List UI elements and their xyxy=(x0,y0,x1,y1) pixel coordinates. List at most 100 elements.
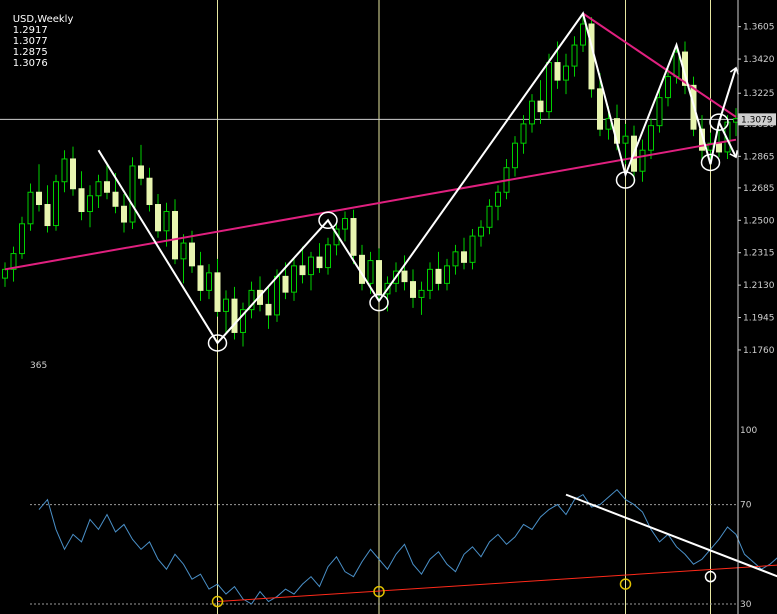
price-tick-label: 1.2685 xyxy=(743,184,775,194)
candle-body xyxy=(282,275,289,293)
candle-body xyxy=(571,44,578,67)
candle xyxy=(401,255,408,291)
candle xyxy=(78,171,85,221)
candle-body xyxy=(129,165,136,223)
candle xyxy=(155,194,161,238)
candle-body xyxy=(146,177,153,206)
high-value: 1.3077 xyxy=(12,36,48,47)
candle xyxy=(495,185,501,221)
indicator-tick-label: 30 xyxy=(740,600,752,610)
candle-body xyxy=(112,191,119,207)
candle-body xyxy=(444,265,450,284)
candle-body xyxy=(308,256,314,276)
candle-body xyxy=(597,88,603,130)
candle xyxy=(571,36,578,77)
candle xyxy=(248,281,255,319)
candle-body xyxy=(180,242,187,260)
current-price-label: 1.3079 xyxy=(741,115,773,125)
candle-body xyxy=(163,211,170,232)
candle xyxy=(563,53,569,95)
candle-body xyxy=(461,251,467,263)
candle xyxy=(469,229,476,270)
candle-body xyxy=(435,268,442,284)
candle-body xyxy=(325,244,331,269)
candle-body xyxy=(299,265,306,276)
candle xyxy=(452,244,459,275)
candle xyxy=(639,139,646,182)
price-chart[interactable]: 365 1.36051.34201.32251.30501.28651.2685… xyxy=(0,0,777,614)
candle-body xyxy=(427,268,433,291)
price-tick-label: 1.2315 xyxy=(743,249,775,259)
candle-body xyxy=(665,76,671,99)
candle xyxy=(214,258,221,317)
candle-body xyxy=(588,23,595,90)
candle xyxy=(95,174,102,209)
candle-body xyxy=(554,62,561,81)
candle-body xyxy=(673,51,680,78)
candle-body xyxy=(44,204,51,227)
low-value: 1.2875 xyxy=(12,47,48,58)
candle-body xyxy=(197,265,204,291)
candle xyxy=(418,281,425,315)
candle-body xyxy=(291,265,297,293)
candle-body xyxy=(155,204,161,232)
candle xyxy=(53,174,59,231)
price-tick-label: 1.3420 xyxy=(743,55,775,65)
candle xyxy=(512,136,518,177)
candle-body xyxy=(418,289,425,298)
candle-body xyxy=(27,191,34,225)
candle-body xyxy=(401,270,408,283)
candle-body xyxy=(316,256,323,269)
candle-body xyxy=(87,195,93,213)
candle xyxy=(129,157,136,230)
candle xyxy=(359,244,365,291)
candle xyxy=(138,144,144,186)
candle xyxy=(478,220,484,247)
candle-body xyxy=(189,242,195,267)
candle-body xyxy=(172,211,178,260)
candle-body xyxy=(520,123,527,144)
candle-body xyxy=(350,218,357,256)
price-tick-label: 1.2865 xyxy=(743,152,775,162)
candle-body xyxy=(486,205,493,228)
candle-body xyxy=(214,272,221,312)
candle-body xyxy=(648,125,654,151)
candle-body xyxy=(469,235,476,263)
candle xyxy=(44,185,51,233)
candle xyxy=(19,216,25,259)
candle-body xyxy=(95,181,102,197)
candle xyxy=(461,237,467,270)
candle xyxy=(333,222,340,256)
candle xyxy=(10,246,17,282)
candle-body xyxy=(342,218,348,230)
symbol-timeframe: USD,Weekly xyxy=(12,14,74,25)
candle-body xyxy=(563,65,569,81)
candle-body xyxy=(716,142,722,153)
close-value: 1.3076 xyxy=(12,58,48,69)
price-tick-label: 1.2500 xyxy=(743,216,775,226)
candle xyxy=(648,118,654,159)
candle-body xyxy=(78,188,85,213)
candle xyxy=(588,17,595,98)
open-value: 1.2917 xyxy=(12,25,48,36)
candle xyxy=(435,251,442,291)
candle-body xyxy=(70,158,76,190)
candle xyxy=(444,258,450,291)
indicator-tick-label: 100 xyxy=(740,426,757,436)
candle xyxy=(70,146,76,196)
candle xyxy=(2,262,8,287)
candle-body xyxy=(138,165,144,179)
candle xyxy=(537,80,544,124)
price-tick-label: 1.1760 xyxy=(743,346,775,356)
chart-header: USD,Weekly 1.2917 1.3077 1.2875 1.3076 xyxy=(0,3,77,80)
price-tick-label: 1.3225 xyxy=(743,89,775,99)
candle-body xyxy=(580,23,586,46)
candle xyxy=(223,290,229,335)
candle xyxy=(172,199,178,265)
candle-body xyxy=(53,181,59,227)
candle-body xyxy=(2,268,8,279)
candle-body xyxy=(206,272,212,291)
indicator-support-line xyxy=(217,564,777,603)
candle xyxy=(316,243,323,273)
candle-body xyxy=(546,62,552,113)
